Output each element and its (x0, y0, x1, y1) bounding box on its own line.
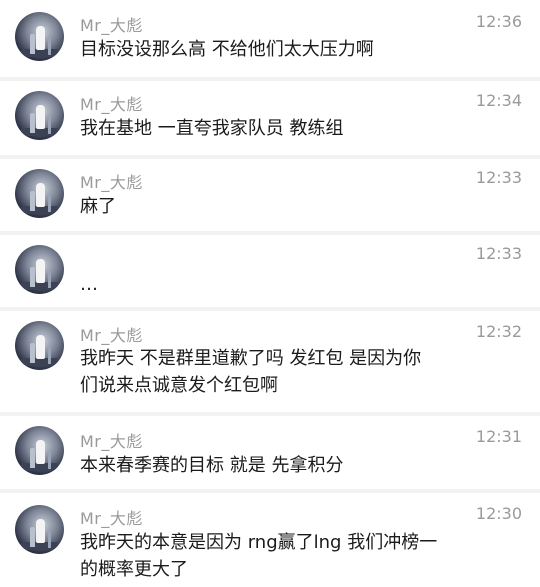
sender-name: Mr_大彪 (80, 16, 143, 35)
message-text: 我昨天的本意是因为 rng赢了lng 我们冲榜一 的概率更大了 (80, 532, 438, 580)
sender-name: Mr_大彪 (80, 326, 143, 345)
message-time: 12:33 (475, 244, 522, 263)
sender-name: Mr_大彪 (80, 509, 143, 528)
message-text: 目标没设那么高 不给他们太大压力啊 (80, 39, 374, 60)
sender-name: Mr_大彪 (80, 95, 143, 114)
avatar[interactable] (15, 426, 64, 475)
message-text: 本来春季赛的目标 就是 先拿积分 (80, 455, 344, 476)
message-time: 12:36 (475, 12, 522, 31)
message-time: 12:34 (475, 91, 522, 110)
message-time: 12:33 (475, 168, 522, 187)
message-text: … (80, 274, 98, 295)
chat-message[interactable]: Mr_大彪 12:30 我昨天的本意是因为 rng赢了lng 我们冲榜一 的概率… (0, 493, 540, 587)
chat-message[interactable]: 12:33 … (0, 235, 540, 307)
avatar[interactable] (15, 12, 64, 61)
sender-name: Mr_大彪 (80, 173, 143, 192)
avatar[interactable] (15, 169, 64, 218)
chat-message-list: Mr_大彪 12:36 目标没设那么高 不给他们太大压力啊 Mr_大彪 12:3… (0, 0, 540, 587)
message-time: 12:32 (475, 322, 522, 341)
chat-message[interactable]: Mr_大彪 12:32 我昨天 不是群里道歉了吗 发红包 是因为你 们说来点诚意… (0, 311, 540, 412)
message-text: 麻了 (80, 196, 116, 217)
avatar[interactable] (15, 321, 64, 370)
message-text: 我昨天 不是群里道歉了吗 发红包 是因为你 们说来点诚意发个红包啊 (80, 348, 422, 396)
avatar[interactable] (15, 505, 64, 554)
message-time: 12:30 (475, 504, 522, 523)
sender-name: Mr_大彪 (80, 432, 143, 451)
chat-message[interactable]: Mr_大彪 12:33 麻了 (0, 159, 540, 231)
chat-message[interactable]: Mr_大彪 12:31 本来春季赛的目标 就是 先拿积分 (0, 416, 540, 489)
chat-message[interactable]: Mr_大彪 12:36 目标没设那么高 不给他们太大压力啊 (0, 0, 540, 77)
chat-message[interactable]: Mr_大彪 12:34 我在基地 一直夸我家队员 教练组 (0, 81, 540, 155)
avatar[interactable] (15, 245, 64, 294)
message-text: 我在基地 一直夸我家队员 教练组 (80, 118, 344, 139)
avatar[interactable] (15, 91, 64, 140)
message-time: 12:31 (475, 427, 522, 446)
